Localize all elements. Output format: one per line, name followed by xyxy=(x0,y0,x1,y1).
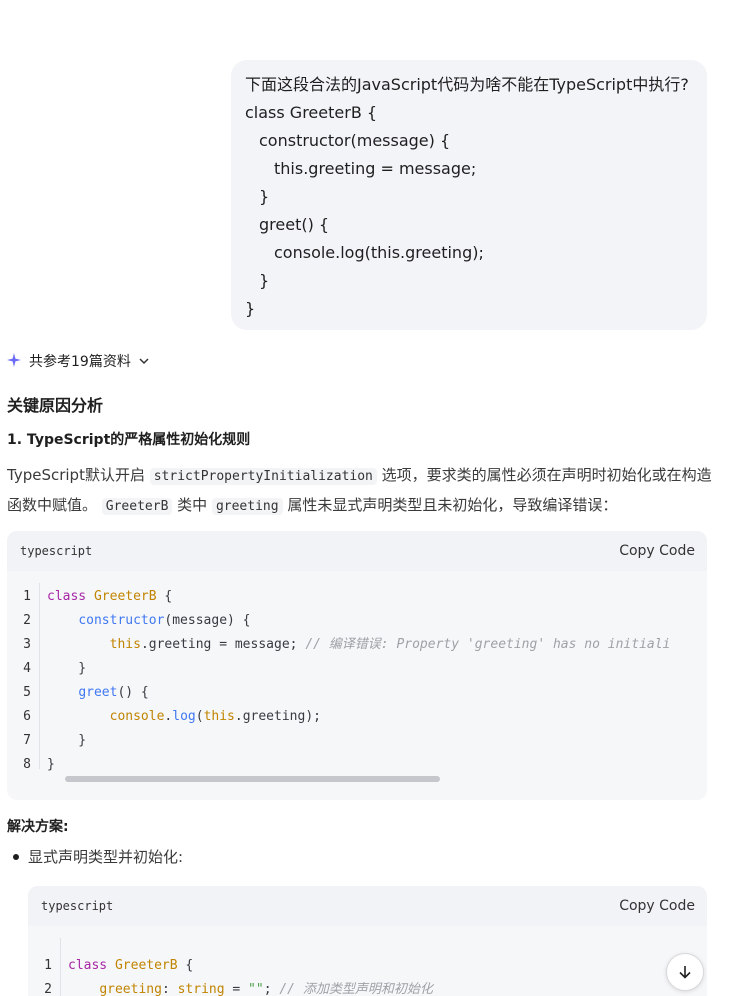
code-line: 1 class GreeterB { xyxy=(7,585,707,609)
code-text: } xyxy=(47,757,55,772)
user-message-line: this.greeting = message; xyxy=(274,159,477,178)
code-line: 4 } xyxy=(7,657,707,681)
answer-heading: 关键原因分析 xyxy=(7,396,104,415)
code-body: 1 class GreeterB { 2 greeting: string = ""… xyxy=(28,926,707,996)
code-block-header: typescript Copy Code xyxy=(28,886,707,926)
line-number: 3 xyxy=(23,637,31,652)
line-number: 2 xyxy=(44,982,52,996)
answer-subheading: 1. TypeScript的严格属性初始化规则 xyxy=(7,432,251,448)
user-message-line: } xyxy=(259,187,270,206)
code-block: typescript Copy Code 1 class GreeterB { 2 … xyxy=(7,531,707,800)
code-text: greeting: string = ""; // 添加类型声明和初始化 xyxy=(99,982,433,996)
inline-code: strictPropertyInitialization xyxy=(149,468,377,485)
code-language-label: typescript xyxy=(20,544,93,558)
code-line: 8} xyxy=(7,753,707,777)
code-line: 2 constructor(message) { xyxy=(7,609,707,633)
user-message-line: } xyxy=(245,299,256,318)
code-line: 2 greeting: string = ""; // 添加类型声明和初始化 xyxy=(28,978,707,996)
line-number: 6 xyxy=(23,709,31,724)
list-item: 显式声明类型并初始化: xyxy=(13,846,183,867)
code-line: 5 greet() { xyxy=(7,681,707,705)
code-language-label: typescript xyxy=(41,899,114,913)
code-text: } xyxy=(47,661,87,676)
solution-heading: 解决方案: xyxy=(7,819,69,835)
code-text: console.log(this.greeting); xyxy=(109,709,321,724)
inline-code: greeting xyxy=(211,498,283,515)
references-toggle[interactable]: 共参考19篇资料 xyxy=(7,349,151,373)
answer-paragraph: TypeScript默认开启 strictPropertyInitializat… xyxy=(7,461,712,521)
code-line: 3 this.greeting = message; // 编译错误: Prop… xyxy=(7,633,707,657)
copy-code-button[interactable]: Copy Code xyxy=(619,898,695,914)
code-block: typescript Copy Code 1 class GreeterB { 2 … xyxy=(28,886,707,996)
code-text: } xyxy=(47,733,87,748)
list-item-text: 显式声明类型并初始化: xyxy=(28,848,184,866)
user-message-line: } xyxy=(259,271,270,290)
line-number: 5 xyxy=(23,685,31,700)
code-body: 1 class GreeterB { 2 constructor(message) … xyxy=(7,571,707,800)
user-message-bubble: 下面这段合法的JavaScript代码为啥不能在TypeScript中执行? c… xyxy=(231,60,707,330)
code-line: 1 class GreeterB { xyxy=(28,954,707,978)
para-text: TypeScript默认开启 xyxy=(7,466,150,484)
arrow-down-icon xyxy=(676,963,694,981)
line-number: 2 xyxy=(23,613,31,628)
line-number: 1 xyxy=(23,589,31,604)
para-text: 属性未显式声明类型且未初始化，导致编译错误： xyxy=(282,496,618,514)
code-block-header: typescript Copy Code xyxy=(7,531,707,571)
code-text: class GreeterB { xyxy=(47,589,173,604)
code-line: 7 } xyxy=(7,729,707,753)
chevron-down-icon xyxy=(137,354,151,368)
user-message-line: console.log(this.greeting); xyxy=(274,243,484,262)
copy-code-button[interactable]: Copy Code xyxy=(619,543,695,559)
user-message-line: 下面这段合法的JavaScript代码为啥不能在TypeScript中执行? xyxy=(245,75,689,94)
code-text: constructor(message) { xyxy=(78,613,251,628)
line-number: 1 xyxy=(44,958,52,973)
code-text: this.greeting = message; // 编译错误: Proper… xyxy=(109,637,671,652)
line-number: 7 xyxy=(23,733,31,748)
inline-code: GreeterB xyxy=(101,498,173,515)
code-text: greet() { xyxy=(78,685,149,700)
line-number: 4 xyxy=(23,661,31,676)
code-text: class GreeterB { xyxy=(68,958,194,973)
scroll-to-bottom-button[interactable] xyxy=(666,953,704,991)
references-label: 共参考19篇资料 xyxy=(29,354,131,370)
user-message-line: constructor(message) { xyxy=(259,131,451,150)
line-number: 8 xyxy=(23,757,31,772)
code-line: 6 console.log(this.greeting); xyxy=(7,705,707,729)
bullet-dot xyxy=(13,853,19,860)
sparkle-icon xyxy=(7,352,21,371)
user-message-line: greet() { xyxy=(259,215,330,234)
user-message-line: class GreeterB { xyxy=(245,103,378,122)
para-text: 类中 xyxy=(172,496,212,514)
